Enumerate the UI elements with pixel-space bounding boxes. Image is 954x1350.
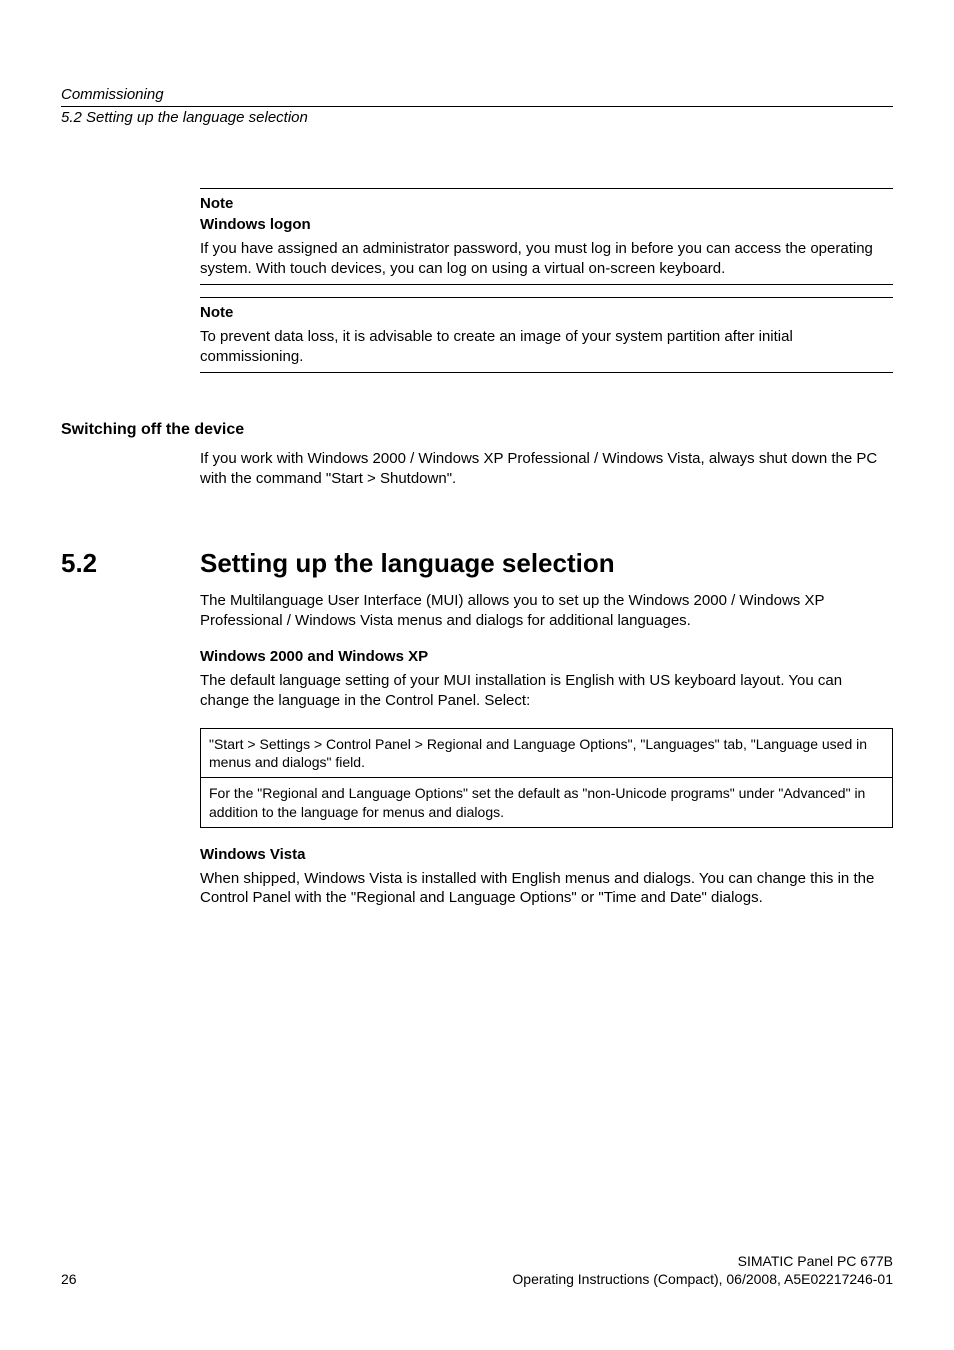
section-body-block: The Multilanguage User Interface (MUI) a… [200,591,893,908]
switching-body: If you work with Windows 2000 / Windows … [200,449,893,488]
instruction-row: "Start > Settings > Control Panel > Regi… [201,729,892,777]
instruction-row: For the "Regional and Language Options" … [201,777,892,826]
footer-meta: Operating Instructions (Compact), 06/200… [512,1270,893,1288]
note-body: If you have assigned an administrator pa… [200,239,893,278]
note-body: To prevent data loss, it is advisable to… [200,327,893,366]
note-title: Note [200,195,893,212]
footer-info: SIMATIC Panel PC 677B Operating Instruct… [512,1252,893,1288]
note-box: Note To prevent data loss, it is advisab… [200,297,893,373]
page-number: 26 [61,1270,77,1288]
section-number: 5.2 [61,548,200,579]
running-header: Commissioning 5.2 Setting up the languag… [61,86,893,126]
heading-windows-vista: Windows Vista [200,846,893,863]
note-block-1: Note Windows logon If you have assigned … [200,188,893,373]
section-title: Setting up the language selection [200,548,615,579]
note-box: Note Windows logon If you have assigned … [200,188,893,285]
instruction-box: "Start > Settings > Control Panel > Regi… [200,728,893,828]
page: Commissioning 5.2 Setting up the languag… [0,0,954,1350]
page-footer: 26 SIMATIC Panel PC 677B Operating Instr… [61,1252,893,1288]
section-intro: The Multilanguage User Interface (MUI) a… [200,591,893,630]
vista-body: When shipped, Windows Vista is installed… [200,869,893,908]
w2000xp-body: The default language setting of your MUI… [200,671,893,710]
heading-switching-off: Switching off the device [61,421,893,439]
section-heading-row: 5.2 Setting up the language selection [61,548,893,579]
note-title: Note [200,304,893,321]
content-area: Note Windows logon If you have assigned … [61,188,893,908]
header-chapter: Commissioning [61,86,893,106]
footer-title: SIMATIC Panel PC 677B [512,1252,893,1270]
header-section: 5.2 Setting up the language selection [61,106,893,126]
switching-body-block: If you work with Windows 2000 / Windows … [200,449,893,488]
heading-windows-2000-xp: Windows 2000 and Windows XP [200,648,893,665]
note-subtitle: Windows logon [200,216,893,233]
